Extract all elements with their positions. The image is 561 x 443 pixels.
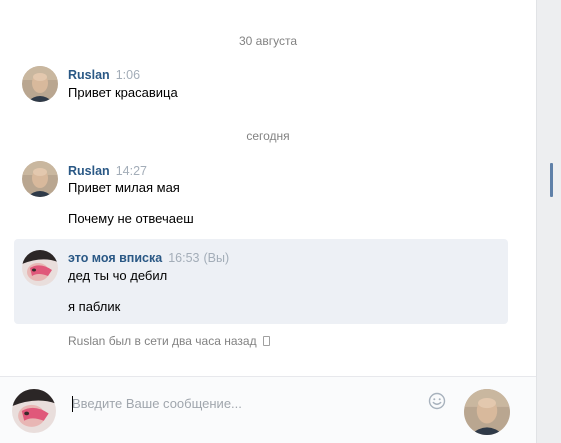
ruslan-avatar[interactable] (22, 161, 58, 197)
author-name[interactable]: Ruslan (68, 164, 110, 178)
message-text: дед ты чо дебил (68, 268, 168, 283)
author-name[interactable]: Ruslan (68, 68, 110, 82)
message-text: Привет милая мая (68, 180, 180, 195)
message-time[interactable]: 1:06 (116, 68, 140, 82)
date-separator: 30 августа (238, 34, 297, 48)
own-avatar[interactable] (22, 250, 58, 286)
online-status-text: Ruslan был в сети два часа назад (68, 334, 257, 348)
own-message-marker: (Вы) (203, 251, 230, 265)
message-time[interactable]: 16:53 (168, 251, 199, 265)
text-caret (72, 396, 73, 412)
message-text: Почему не отвечаеш (68, 211, 194, 226)
mobile-phone-icon (262, 336, 270, 346)
ruslan-avatar[interactable] (464, 389, 510, 435)
scrollbar-thumb[interactable] (550, 163, 553, 197)
message-time[interactable]: 14:27 (116, 164, 147, 178)
author-name[interactable]: это моя вписка (68, 251, 162, 265)
online-status: Ruslan был в сети два часа назад (68, 334, 270, 348)
message-header: Ruslan 1:06 (68, 67, 140, 82)
message-input-container[interactable] (66, 390, 456, 416)
ruslan-avatar[interactable] (22, 66, 58, 102)
message-input[interactable] (72, 393, 412, 413)
own-avatar[interactable] (12, 389, 56, 433)
smile-icon[interactable] (428, 392, 446, 410)
message-header: Ruslan 14:27 (68, 163, 147, 178)
message-text: я паблик (68, 299, 121, 314)
date-separator: сегодня (246, 129, 290, 143)
message-header: это моя вписка 16:53 (Вы) (68, 250, 229, 265)
scrollbar-track[interactable] (536, 0, 561, 443)
message-text: Привет красавица (68, 85, 178, 100)
